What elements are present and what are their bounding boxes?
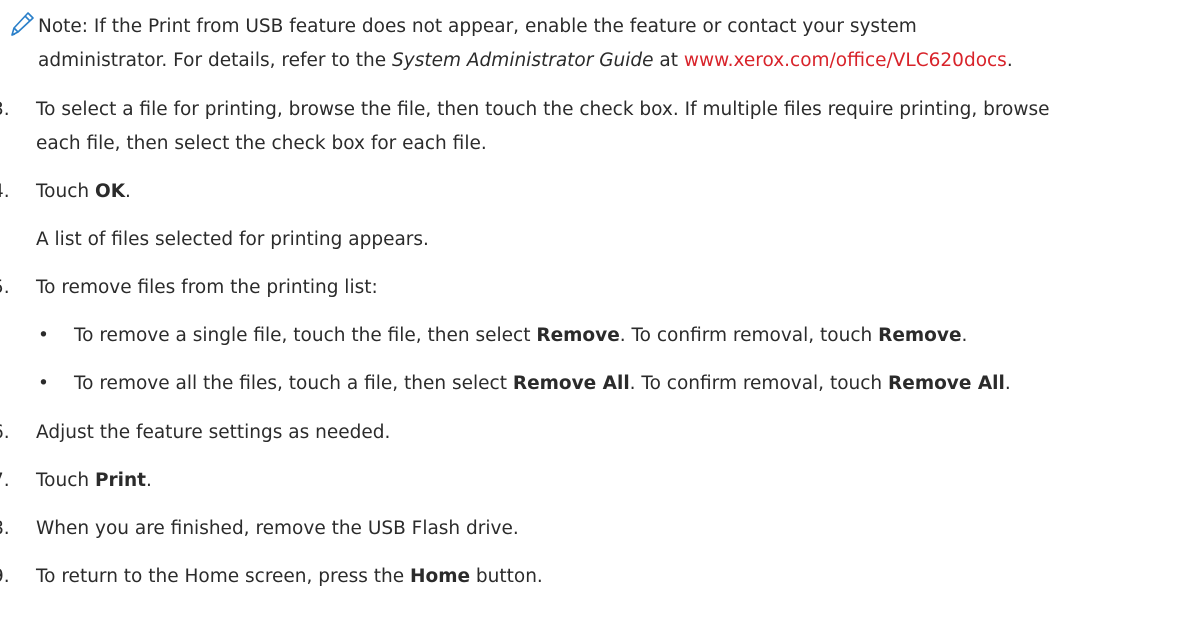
step-number: 6. [0,422,10,443]
remove-all-label: Remove All [512,373,630,394]
print-label: Print [94,470,147,491]
home-label: Home [410,566,471,587]
step-number: 3. [0,99,10,120]
bullet-1-d: . [961,325,968,346]
ok-label: OK [94,181,126,202]
step-6-text: Adjust the feature settings as needed. [36,422,391,443]
step-3-line-2: each file, then select the check box for… [36,133,487,154]
step-4-result: A list of files selected for printing ap… [36,229,429,250]
guide-title: System Administrator Guide [392,50,654,71]
remove-label: Remove [878,325,962,346]
step-8-text: When you are finished, remove the USB Fl… [36,518,519,539]
step-number: 5. [0,277,10,298]
note-line-2-end: . [1006,50,1013,71]
docs-link[interactable]: www.xerox.com/office/VLC620docs [684,50,1007,71]
bullet-2-d: . [1004,373,1011,394]
step-4-end: . [125,181,131,202]
step-7-text: Touch [36,470,95,491]
step-4-text: Touch [36,181,95,202]
step-9-end: button. [470,566,543,587]
remove-label: Remove [536,325,620,346]
pencil-icon [7,10,35,40]
step-number: 9. [0,566,10,587]
step-7-end: . [146,470,152,491]
bullet-1-c: . To confirm removal, touch [619,325,879,346]
remove-all-label: Remove All [888,373,1005,394]
step-9-text: To return to the Home screen, press the [36,566,410,587]
note-line-1: Note: If the Print from USB feature does… [38,16,917,37]
note-text: Note: If the Print from USB feature does… [38,10,1188,78]
step-number: 8. [0,518,10,539]
step-5-text: To remove files from the printing list: [36,277,378,298]
bullet-dot: • [38,325,49,346]
step-number: 4. [0,181,10,202]
step-3-line-1: To select a file for printing, browse th… [36,99,1050,120]
bullet-dot: • [38,373,49,394]
note-line-2-at: at [653,50,684,71]
bullet-2-c: . To confirm removal, touch [629,373,889,394]
note-line-2-start: administrator. For details, refer to the [38,50,393,71]
step-number: 7. [0,470,10,491]
document-page: Note: If the Print from USB feature does… [0,0,1202,619]
bullet-2-a: To remove all the files, touch a file, t… [74,373,513,394]
bullet-1-a: To remove a single file, touch the file,… [74,325,537,346]
